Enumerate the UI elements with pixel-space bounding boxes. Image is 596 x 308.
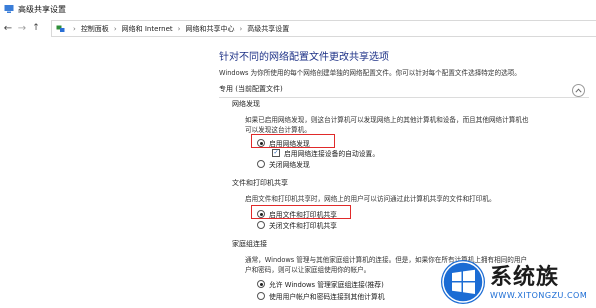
page-description: Windows 为你所使用的每个网络创建单独的网络配置文件。你可以针对每个配置文… bbox=[219, 69, 521, 77]
radio-file-sharing-off[interactable]: 关闭文件和打印机共享 bbox=[257, 220, 337, 230]
watermark-title: 系统族 bbox=[490, 264, 560, 290]
homegroup-title: 家庭组连接 bbox=[232, 240, 267, 248]
homegroup-description-2: 户和密码，则可以让家庭组使用你的帐户。 bbox=[245, 266, 371, 274]
radio-selected-indicator[interactable] bbox=[257, 280, 265, 288]
breadcrumb-separator: › bbox=[73, 24, 76, 33]
back-arrow-icon[interactable]: ← bbox=[2, 21, 14, 35]
profile-section-header[interactable]: 专用 (当前配置文件) bbox=[219, 84, 589, 98]
network-discovery-title: 网络发现 bbox=[232, 100, 260, 108]
highlight-box-file-sharing bbox=[251, 205, 351, 219]
radio-homegroup-windows-label: 允许 Windows 管理家庭组连接(推荐) bbox=[269, 281, 384, 289]
page-heading: 针对不同的网络配置文件更改共享选项 bbox=[219, 52, 389, 63]
checkbox-auto-setup[interactable]: ✓ 启用网络连接设备的自动设置。 bbox=[272, 148, 379, 158]
breadcrumb-advanced-sharing[interactable]: 高级共享设置 bbox=[247, 24, 289, 34]
radio-unselected-indicator[interactable] bbox=[257, 292, 265, 300]
radio-network-discovery-off[interactable]: 关闭网络发现 bbox=[257, 159, 310, 169]
radio-unselected-indicator[interactable] bbox=[257, 160, 265, 168]
forward-arrow-icon[interactable]: → bbox=[16, 21, 28, 35]
highlight-box-network-discovery bbox=[251, 134, 335, 148]
chevron-up-icon[interactable] bbox=[572, 84, 585, 97]
up-arrow-icon[interactable]: ↑ bbox=[30, 21, 42, 35]
network-discovery-description-1: 如果已启用网络发现，则这台计算机可以发现网络上的其他计算机和设备，而且其他网络计… bbox=[245, 116, 529, 124]
network-discovery-description-2: 可以发现这台计算机。 bbox=[245, 126, 311, 134]
breadcrumb-separator: › bbox=[113, 24, 117, 33]
navigation-bar: ← → ↑ › 控制面板 › 网络和 Internet › 网络和共享中心 › … bbox=[0, 18, 596, 38]
radio-unselected-indicator[interactable] bbox=[257, 221, 265, 229]
address-box[interactable]: › 控制面板 › 网络和 Internet › 网络和共享中心 › 高级共享设置 bbox=[51, 20, 596, 37]
watermark-url: WWW.XITONGZU.COM bbox=[490, 290, 588, 300]
control-panel-icon bbox=[56, 24, 65, 33]
watermark: 系统族 WWW.XITONGZU.COM bbox=[440, 258, 590, 306]
profile-section-label: 专用 (当前配置文件) bbox=[219, 85, 283, 93]
checkbox-auto-setup-label: 启用网络连接设备的自动设置。 bbox=[284, 150, 380, 158]
window-title: 高级共享设置 bbox=[18, 4, 66, 14]
radio-file-sharing-off-label: 关闭文件和打印机共享 bbox=[269, 222, 337, 230]
windows-logo-icon bbox=[441, 260, 485, 304]
checkbox-checked-indicator[interactable]: ✓ bbox=[272, 149, 280, 157]
file-printer-sharing-description: 启用文件和打印机共享时，网络上的用户可以访问通过此计算机共享的文件和打印机。 bbox=[245, 195, 496, 203]
radio-homegroup-accounts[interactable]: 使用用户帐户和密码连接到其他计算机 bbox=[257, 291, 385, 301]
title-bar: 高级共享设置 bbox=[0, 0, 596, 18]
breadcrumb-network-internet[interactable]: 网络和 Internet bbox=[122, 24, 173, 34]
breadcrumb-separator: › bbox=[239, 24, 243, 33]
breadcrumb-network-sharing-center[interactable]: 网络和共享中心 bbox=[185, 24, 234, 34]
breadcrumb-control-panel[interactable]: 控制面板 bbox=[81, 24, 109, 34]
breadcrumb-separator: › bbox=[177, 24, 181, 33]
radio-homegroup-windows[interactable]: 允许 Windows 管理家庭组连接(推荐) bbox=[257, 279, 384, 289]
radio-homegroup-accounts-label: 使用用户帐户和密码连接到其他计算机 bbox=[269, 293, 385, 301]
network-settings-icon bbox=[4, 4, 14, 14]
radio-network-discovery-off-label: 关闭网络发现 bbox=[269, 161, 310, 169]
file-printer-sharing-title: 文件和打印机共享 bbox=[232, 179, 288, 187]
